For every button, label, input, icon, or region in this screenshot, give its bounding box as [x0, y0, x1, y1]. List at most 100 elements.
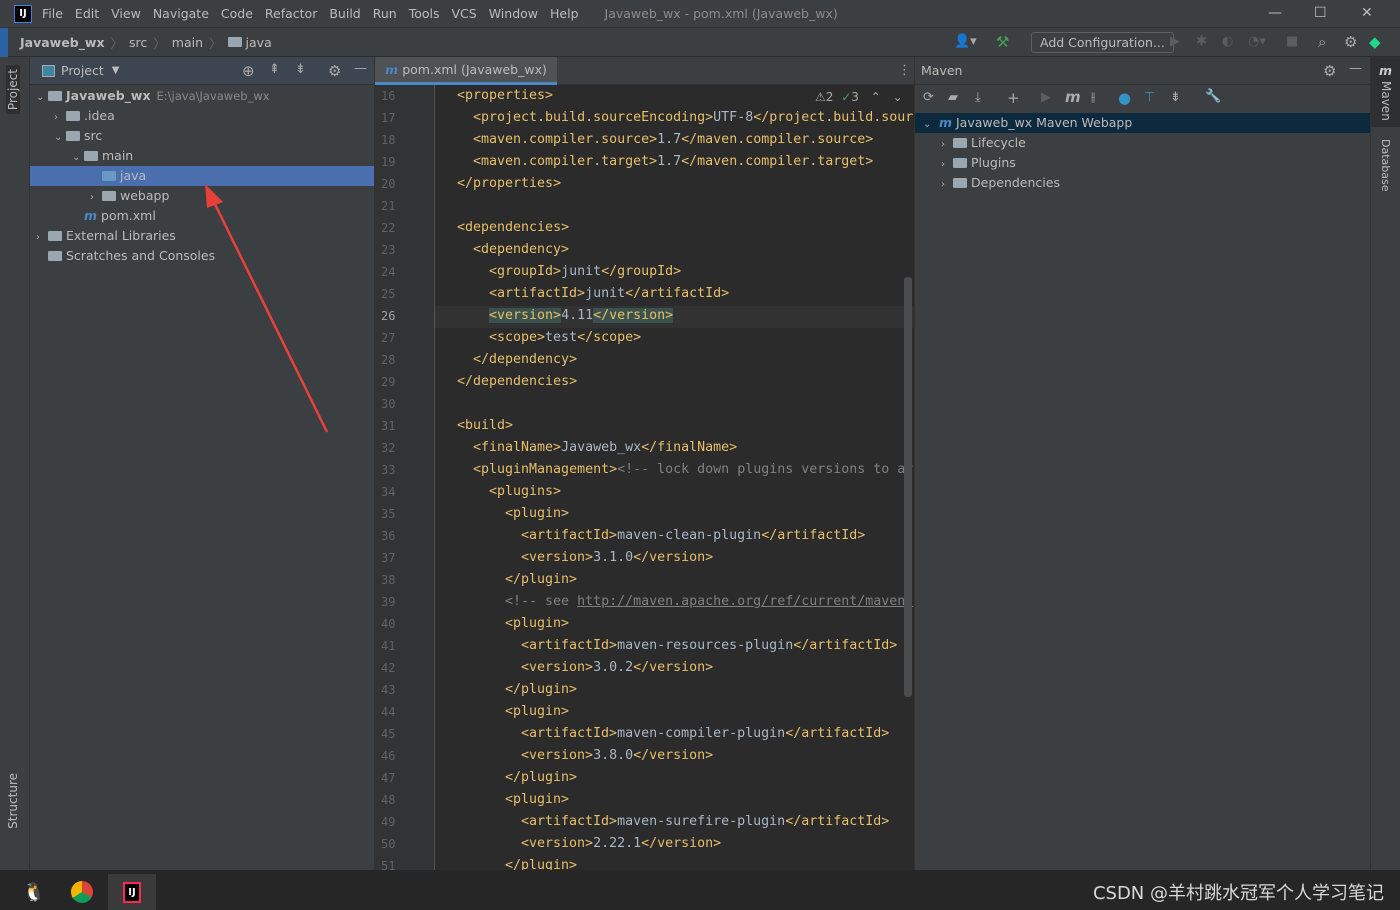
skip-tests-icon[interactable]: ● — [1118, 89, 1131, 107]
expand-all-icon[interactable]: ⇞ — [269, 62, 280, 77]
code-line[interactable]: <plugins> — [489, 481, 561, 503]
run-icon[interactable]: ▶ — [1041, 90, 1051, 105]
maven-dependencies-row[interactable]: › Dependencies — [915, 173, 1370, 193]
code-line[interactable]: <finalName>Javaweb_wx</finalName> — [473, 437, 737, 459]
chevron-down-icon[interactable]: ⌄ — [36, 88, 48, 108]
toggle-offline-icon[interactable]: ⫲ — [1091, 90, 1095, 105]
intellij-taskbar-icon[interactable]: IJ — [108, 874, 156, 910]
next-highlight-icon[interactable]: ⌄ — [893, 90, 903, 104]
add-configuration-button[interactable]: Add Configuration... — [1031, 32, 1174, 53]
user-icon[interactable]: 👤▾ — [954, 34, 977, 49]
code-line[interactable]: <build> — [457, 415, 513, 437]
settings-wrench-icon[interactable]: 🔧 — [1205, 89, 1221, 104]
code-line[interactable]: </plugin> — [505, 767, 577, 789]
search-icon[interactable]: ⌕ — [1318, 33, 1326, 51]
qq-icon[interactable]: 🐧 — [12, 874, 56, 910]
maven-tool-button[interactable]: m Maven — [1371, 57, 1400, 127]
code-line[interactable]: <!-- see http://maven.apache.org/ref/cur… — [505, 591, 913, 613]
menu-code[interactable]: Code — [221, 6, 253, 21]
code-line[interactable]: <maven.compiler.source>1.7</maven.compil… — [473, 129, 873, 151]
code-line[interactable]: <artifactId>maven-clean-plugin</artifact… — [521, 525, 865, 547]
hide-icon[interactable]: — — [354, 61, 367, 76]
code-line[interactable]: <version>3.0.2</version> — [521, 657, 713, 679]
hide-icon[interactable]: — — [1349, 61, 1362, 76]
tab-pom-xml[interactable]: m pom.xml (Javaweb_wx) ✕ — [375, 57, 557, 103]
structure-tool-button[interactable]: Structure — [6, 773, 20, 829]
collapse-all-icon[interactable]: ⇟ — [295, 62, 306, 77]
maximize-icon[interactable]: ☐ — [1314, 5, 1327, 21]
code-line[interactable]: <dependencies> — [457, 217, 569, 239]
show-dependencies-icon[interactable]: ⊤ — [1144, 90, 1155, 105]
code-line[interactable]: <artifactId>junit</artifactId> — [489, 283, 729, 305]
chevron-down-icon[interactable]: ▼ — [112, 65, 120, 76]
code-line[interactable]: </properties> — [457, 173, 561, 195]
code-line[interactable]: <scope>test</scope> — [489, 327, 641, 349]
menu-refactor[interactable]: Refactor — [265, 6, 317, 21]
run-icon[interactable]: ▶ — [1170, 34, 1180, 49]
previous-highlight-icon[interactable]: ⌃ — [871, 90, 881, 104]
code-line[interactable]: <dependency> — [473, 239, 569, 261]
menu-window[interactable]: Window — [489, 6, 538, 21]
menu-view[interactable]: View — [111, 6, 141, 21]
code-line[interactable]: <artifactId>maven-compiler-plugin</artif… — [521, 723, 889, 745]
chevron-right-icon[interactable]: › — [36, 228, 48, 248]
menu-build[interactable]: Build — [329, 6, 360, 21]
maven-plugins-row[interactable]: › Plugins — [915, 153, 1370, 173]
menu-help[interactable]: Help — [550, 6, 579, 21]
code-line[interactable]: <project.build.sourceEncoding>UTF-8</pro… — [473, 107, 913, 129]
chevron-down-icon[interactable]: ⌄ — [72, 148, 84, 168]
maven-project-row[interactable]: ⌄ m Javaweb_wx Maven Webapp — [915, 113, 1370, 133]
chevron-right-icon[interactable]: › — [54, 108, 66, 128]
collapse-all-icon[interactable]: ⇟ — [1170, 90, 1181, 105]
tree-item[interactable]: ⌄ src — [30, 126, 374, 146]
debug-icon[interactable]: ✱ — [1196, 34, 1207, 49]
code-line[interactable]: </plugin> — [505, 679, 577, 701]
code-line[interactable]: <plugin> — [505, 789, 569, 811]
database-tool-button[interactable]: Database — [1379, 139, 1392, 192]
breadcrumb-src[interactable]: src — [129, 35, 147, 50]
close-icon[interactable]: ✕ — [1361, 5, 1373, 21]
gear-icon[interactable]: ⚙ — [328, 62, 341, 80]
generate-sources-icon[interactable]: ▰ — [948, 90, 958, 105]
menu-tools[interactable]: Tools — [409, 6, 440, 21]
code-line[interactable]: <version>4.11</version> — [489, 305, 674, 327]
code-line[interactable]: </plugin> — [505, 569, 577, 591]
breadcrumb-main[interactable]: main — [172, 35, 203, 50]
code-line[interactable]: <version>3.8.0</version> — [521, 745, 713, 767]
code-line[interactable]: <version>2.22.1</version> — [521, 833, 721, 855]
code-line[interactable]: <plugin> — [505, 503, 569, 525]
menu-run[interactable]: Run — [373, 6, 397, 21]
tree-item[interactable]: › .idea — [30, 106, 374, 126]
code-line[interactable]: <plugin> — [505, 701, 569, 723]
code-line[interactable]: <maven.compiler.target>1.7</maven.compil… — [473, 151, 873, 173]
menu-vcs[interactable]: VCS — [452, 6, 477, 21]
inspection-widget[interactable]: ⚠2 ✓3 ⌃ ⌄ — [815, 90, 903, 104]
add-icon[interactable]: + — [1007, 89, 1020, 107]
maven-lifecycle-row[interactable]: › Lifecycle — [915, 133, 1370, 153]
locate-icon[interactable]: ⊕ — [242, 62, 255, 80]
menu-file[interactable]: File — [42, 6, 63, 21]
code-line[interactable]: <artifactId>maven-surefire-plugin</artif… — [521, 811, 889, 833]
stop-icon[interactable]: ■ — [1286, 34, 1298, 49]
minimize-icon[interactable]: — — [1268, 5, 1282, 21]
chevron-down-icon[interactable]: ⌄ — [923, 115, 935, 135]
project-view-selector[interactable]: Project — [61, 63, 104, 78]
editor[interactable]: m pom.xml (Javaweb_wx) ✕ ⋮ 16 17 18 19 20 21 2… — [375, 57, 914, 873]
code-line[interactable]: <pluginManagement><!-- lock down plugins… — [473, 459, 913, 481]
toolbox-icon[interactable]: ◆ — [1369, 33, 1381, 51]
menu-edit[interactable]: Edit — [75, 6, 99, 21]
download-icon[interactable]: ⤓ — [975, 90, 981, 105]
gear-icon[interactable]: ⚙ — [1323, 62, 1336, 80]
execute-goal-icon[interactable]: m — [1065, 88, 1081, 106]
reload-icon[interactable]: ⟳ — [923, 90, 934, 105]
code-line[interactable]: </dependencies> — [457, 371, 577, 393]
editor-scrollbar[interactable] — [904, 277, 912, 697]
chevron-down-icon[interactable]: ⌄ — [54, 128, 66, 148]
code-line[interactable]: <groupId>junit</groupId> — [489, 261, 681, 283]
code-line[interactable]: <artifactId>maven-resources-plugin</arti… — [521, 635, 897, 657]
chrome-icon[interactable] — [60, 874, 104, 910]
code-line[interactable]: </dependency> — [473, 349, 577, 371]
coverage-icon[interactable]: ◐ — [1222, 34, 1233, 49]
code-line[interactable]: <properties> — [457, 85, 553, 107]
project-tool-button[interactable]: Project — [6, 65, 20, 115]
